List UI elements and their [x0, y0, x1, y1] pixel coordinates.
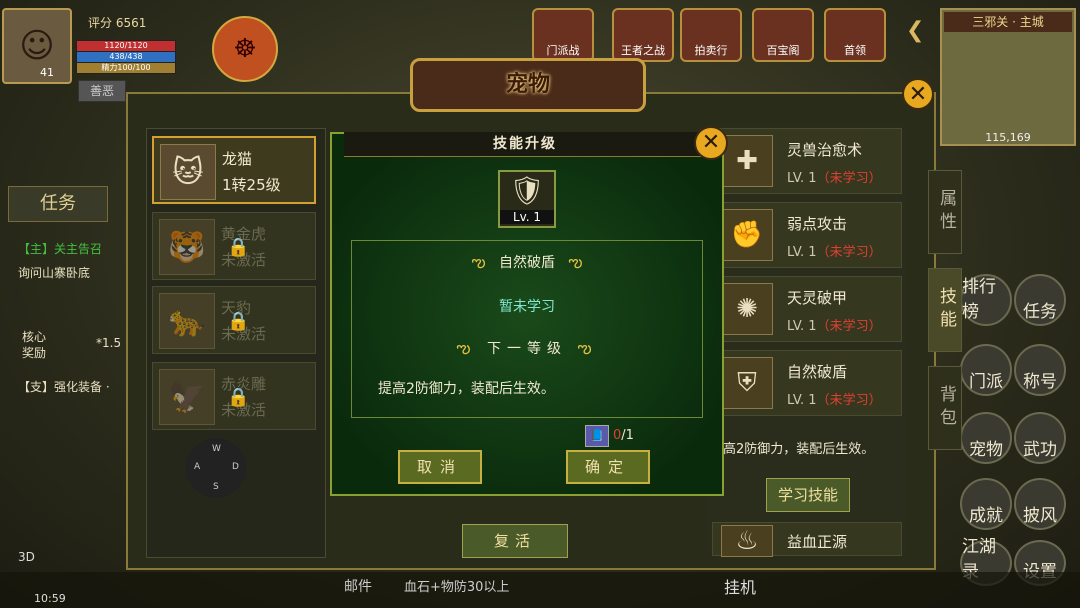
quest-reward-label-b: 奖励 — [22, 346, 47, 360]
confirm-button[interactable]: 确定 — [566, 450, 650, 484]
pet-button[interactable]: 宠物 — [960, 412, 1012, 464]
cloud-ornament-icon: ఌ — [568, 252, 583, 271]
movement-dpad[interactable]: W A D S — [186, 438, 246, 498]
shield-skill-icon: ⛨ — [721, 357, 773, 409]
mail-button[interactable]: 邮件 — [344, 576, 372, 596]
top-icon-boss[interactable]: 首领 — [824, 8, 886, 62]
skill-level: LV. 1（未学习） — [787, 245, 882, 260]
minimap-coords: 115,169 — [985, 131, 1031, 144]
quest-main-desc[interactable]: 询问山寨卧底 — [18, 264, 90, 281]
claw-skill-icon: ✊ — [721, 209, 773, 261]
revive-button[interactable]: 复活 — [462, 524, 568, 558]
top-icon-sect-war[interactable]: 门派战 — [532, 8, 594, 62]
bottom-bar — [0, 572, 1080, 608]
skill-name: 弱点攻击 — [787, 215, 848, 233]
dpad-up: W — [212, 444, 221, 454]
quest-side[interactable]: 【支】强化装备 · — [18, 378, 110, 395]
current-skill-name: ఌ 自然破盾 ఌ — [471, 252, 583, 271]
task-button[interactable]: 任务 — [1014, 274, 1066, 326]
skill-level: LV. 1（未学习） — [787, 393, 882, 408]
martial-button[interactable]: 武功 — [1014, 412, 1066, 464]
tab-attributes[interactable]: 属性 — [928, 170, 962, 254]
pet-item-leopard[interactable]: 🐆 天豹 未激活 🔒 — [152, 286, 316, 354]
karma-badge[interactable]: 善恶 — [78, 80, 126, 102]
skill-preview-level: Lv. 1 — [500, 210, 554, 224]
collapse-arrow-icon[interactable]: ❮ — [906, 18, 924, 43]
heal-skill-icon: ✚ — [721, 135, 773, 187]
skill-name: 益血正源 — [787, 533, 848, 551]
eagle-icon: 🦅 — [159, 369, 215, 425]
achievement-button[interactable]: 成就 — [960, 478, 1012, 530]
quest-reward-multiplier: *1.5 — [96, 336, 122, 350]
cloud-ornament-icon: ఌ — [456, 338, 477, 357]
pet-name: 龙猫 — [222, 150, 253, 168]
tab-bag[interactable]: 背包 — [928, 366, 962, 450]
shield-icon: 🛡 — [509, 174, 545, 207]
energy-bar: 精力100/100 — [76, 62, 176, 74]
skill-item-heal[interactable]: ✚ 灵兽治愈术 LV. 1（未学习） — [712, 128, 902, 194]
skill-name: 自然破盾 — [787, 363, 848, 381]
skill-item-blood[interactable]: ♨ 益血正源 — [712, 522, 902, 557]
task-tab-button[interactable]: 任务 — [8, 186, 108, 222]
leopard-icon: 🐆 — [159, 293, 215, 349]
skill-item-weakpoint[interactable]: ✊ 弱点攻击 LV. 1（未学习） — [712, 202, 902, 268]
dpad-down: S — [213, 482, 219, 492]
dpad-left: A — [194, 462, 201, 472]
learn-skill-button[interactable]: 学习技能 — [766, 478, 850, 512]
pet-portrait-icon[interactable]: ☸ — [212, 16, 278, 82]
pet-window-title: 宠物 — [410, 58, 646, 112]
top-icon-treasure[interactable]: 百宝阁 — [752, 8, 814, 62]
skill-name: 天灵破甲 — [787, 289, 848, 307]
skill-level: LV. 1（未学习） — [787, 171, 882, 186]
sect-button[interactable]: 门派 — [960, 344, 1012, 396]
tiger-icon: 🐯 — [159, 219, 215, 275]
lock-icon: 🔒 — [227, 311, 250, 332]
player-level: 41 — [40, 66, 54, 79]
pet-level: 1转25级 — [222, 176, 281, 194]
cat-icon: 🐱 — [160, 144, 216, 200]
skill-item-armorbreak[interactable]: ✺ 天灵破甲 LV. 1（未学习） — [712, 276, 902, 342]
minimap-title: 三邪关 · 主城 — [944, 12, 1072, 32]
score-label: 评分 6561 — [88, 16, 147, 30]
cloud-ornament-icon: ఌ — [577, 338, 598, 357]
lock-icon: 🔒 — [227, 237, 250, 258]
next-level-description: 提高2防御力，装配后生效。 — [378, 381, 555, 397]
skill-preview: 🛡 Lv. 1 — [498, 170, 556, 228]
ranking-button[interactable]: 排行榜 — [960, 274, 1012, 326]
view-3d-button[interactable]: 3D — [18, 550, 35, 564]
quest-reward-label-a: 核心 — [22, 330, 47, 344]
dialog-title: 技能升级 — [344, 132, 706, 157]
dialog-close-button[interactable]: ✕ — [694, 126, 728, 160]
dpad-right: D — [232, 462, 239, 472]
afk-button[interactable]: 挂机 — [724, 574, 756, 598]
clock-label: 10:59 — [34, 592, 66, 605]
chat-preview[interactable]: 血石+物防30以上 — [404, 576, 509, 595]
skill-level: LV. 1（未学习） — [787, 319, 882, 334]
cloud-ornament-icon: ఌ — [471, 252, 486, 271]
top-icon-auction[interactable]: 拍卖行 — [680, 8, 742, 62]
cancel-button[interactable]: 取消 — [398, 450, 482, 484]
next-level-heading: ఌ 下一等级 ఌ — [456, 338, 598, 357]
pet-item-longmao[interactable]: 🐱 龙猫 1转25级 — [152, 136, 316, 204]
blood-skill-icon: ♨ — [721, 525, 773, 557]
lock-icon: 🔒 — [227, 387, 250, 408]
cloak-button[interactable]: 披风 — [1014, 478, 1066, 530]
quest-main-title[interactable]: 【主】关主告召 — [18, 240, 102, 257]
skill-name: 灵兽治愈术 — [787, 141, 863, 159]
tab-skills[interactable]: 技能 — [928, 268, 962, 352]
selected-skill-description: 提高2防御力，装配后生效。 — [710, 442, 875, 457]
player-avatar[interactable]: ☺ — [2, 8, 72, 84]
current-skill-status: 暂未学习 — [499, 299, 555, 315]
skill-book-icon: 📘 — [585, 425, 609, 447]
pet-window-close-button[interactable]: ✕ — [902, 78, 934, 110]
pet-item-eagle[interactable]: 🦅 赤炎雕 未激活 🔒 — [152, 362, 316, 430]
skill-item-shieldbreak[interactable]: ⛨ 自然破盾 LV. 1（未学习） — [712, 350, 902, 416]
skill-book-count: 0/1 — [613, 428, 634, 443]
title-button[interactable]: 称号 — [1014, 344, 1066, 396]
pet-item-tiger[interactable]: 🐯 黄金虎 未激活 🔒 — [152, 212, 316, 280]
top-icon-king-war[interactable]: 王者之战 — [612, 8, 674, 62]
sunburst-skill-icon: ✺ — [721, 283, 773, 335]
